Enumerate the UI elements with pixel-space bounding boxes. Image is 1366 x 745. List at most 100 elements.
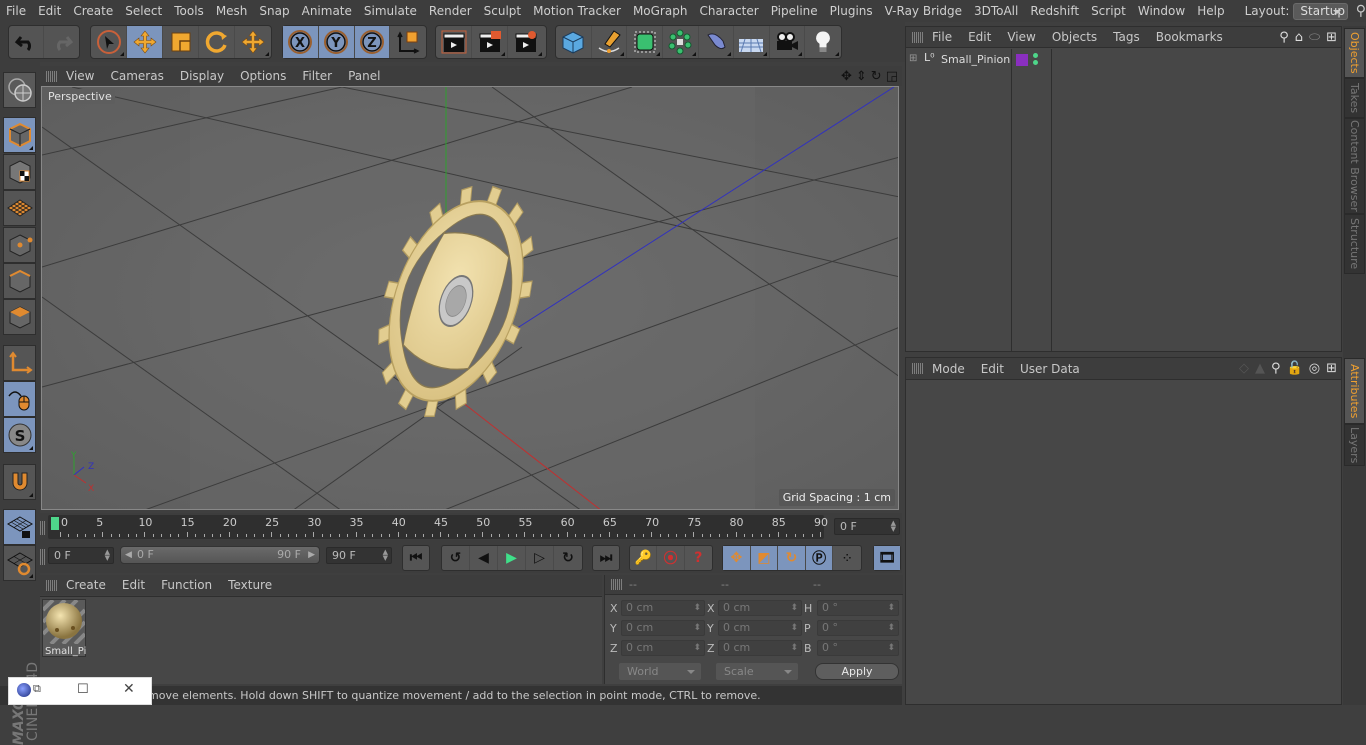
points-mode-button[interactable] <box>3 227 36 263</box>
rot-h-field[interactable]: 0 ° <box>817 600 899 616</box>
viewport-menu-options[interactable]: Options <box>232 69 294 83</box>
solo-button[interactable]: S <box>3 417 36 453</box>
render-visibility-dot[interactable] <box>1033 60 1038 65</box>
pan-icon[interactable]: ✥ <box>841 69 852 84</box>
menu-select[interactable]: Select <box>119 0 168 22</box>
coordinate-grip[interactable] <box>611 579 623 590</box>
target-icon[interactable]: ◎ <box>1309 361 1320 376</box>
end-frame-field[interactable]: 90 F ▲ ▼ <box>326 547 392 564</box>
menu-vray-bridge[interactable]: V-Ray Bridge <box>879 0 968 22</box>
tab-objects[interactable]: Objects <box>1344 28 1365 78</box>
viewport-menu-panel[interactable]: Panel <box>340 69 388 83</box>
floor-button[interactable] <box>734 26 770 58</box>
attribute-menu-mode[interactable]: Mode <box>924 362 973 376</box>
bend-deformer-button[interactable] <box>699 26 735 58</box>
key-rotation-button[interactable]: ↻ <box>778 546 806 570</box>
cloner-button[interactable] <box>663 26 699 58</box>
3d-viewport[interactable]: Perspective Y Z X Grid Spacing : 1 cm <box>41 86 899 510</box>
object-menu-view[interactable]: View <box>999 30 1043 44</box>
autokey-button[interactable]: ⦿ <box>657 546 685 570</box>
object-menu-objects[interactable]: Objects <box>1044 30 1105 44</box>
new-panel-icon[interactable]: ⊞ <box>1326 30 1337 45</box>
panel-grip[interactable] <box>46 70 58 82</box>
timeline-grip[interactable] <box>40 521 46 535</box>
keyframe-selection-button[interactable]: ? <box>685 546 712 570</box>
menu-mograph[interactable]: MoGraph <box>627 0 694 22</box>
viewport-menu-cameras[interactable]: Cameras <box>102 69 171 83</box>
undo-button[interactable] <box>9 26 45 58</box>
menu-3dtoall[interactable]: 3DToAll <box>968 0 1024 22</box>
tab-attributes[interactable]: Attributes <box>1344 358 1365 424</box>
x-axis-lock-button[interactable]: X <box>283 26 319 58</box>
menu-plugins[interactable]: Plugins <box>824 0 879 22</box>
menu-sculpt[interactable]: Sculpt <box>478 0 527 22</box>
material-menu-function[interactable]: Function <box>153 578 220 592</box>
previous-key-button[interactable]: ↺ <box>442 546 470 570</box>
coordinate-mode-select[interactable]: World <box>619 663 701 680</box>
z-axis-lock-button[interactable]: Z <box>354 26 391 58</box>
menu-edit[interactable]: Edit <box>32 0 67 22</box>
expand-icon[interactable]: ⊞ <box>909 53 917 64</box>
render-view-button[interactable] <box>436 26 472 58</box>
search-icon[interactable]: ⚲ <box>1356 3 1366 19</box>
recent-tool-button[interactable] <box>235 26 271 58</box>
lock-icon[interactable]: 🔓 <box>1287 361 1303 376</box>
range-left-arrow[interactable]: ◀ <box>125 547 132 563</box>
viewport-menu-filter[interactable]: Filter <box>294 69 340 83</box>
attribute-menu-user-data[interactable]: User Data <box>1012 362 1088 376</box>
viewport-menu-display[interactable]: Display <box>172 69 232 83</box>
orbit-icon[interactable]: ↻ <box>871 69 882 84</box>
key-position-button[interactable]: ✥ <box>723 546 751 570</box>
move-tool-button[interactable] <box>127 26 163 58</box>
object-menu-file[interactable]: File <box>924 30 960 44</box>
polygons-mode-button[interactable] <box>3 299 36 335</box>
menu-mesh[interactable]: Mesh <box>210 0 254 22</box>
rot-b-field[interactable]: 0 ° <box>817 640 899 656</box>
material-menu-create[interactable]: Create <box>58 578 114 592</box>
layer-color-swatch[interactable] <box>1016 54 1028 66</box>
pen-spline-button[interactable] <box>592 26 628 58</box>
object-grip[interactable] <box>912 31 924 43</box>
range-right-arrow[interactable]: ▶ <box>308 547 315 563</box>
pos-y-field[interactable]: 0 cm <box>621 620 705 636</box>
transport-grip[interactable] <box>40 549 46 565</box>
new-panel-icon[interactable]: ⊞ <box>1326 361 1337 376</box>
layout-select[interactable]: Startup <box>1293 2 1348 20</box>
scale-tool-button[interactable] <box>163 26 199 58</box>
menu-character[interactable]: Character <box>693 0 764 22</box>
viewport-menu-view[interactable]: View <box>58 69 102 83</box>
camera-button[interactable] <box>770 26 806 58</box>
material-menu-edit[interactable]: Edit <box>114 578 153 592</box>
search-icon[interactable]: ⚲ <box>1279 30 1289 45</box>
tab-layers[interactable]: Layers <box>1344 424 1365 466</box>
menu-animate[interactable]: Animate <box>296 0 358 22</box>
dolly-icon[interactable]: ⇕ <box>856 69 867 84</box>
material-menu-texture[interactable]: Texture <box>220 578 280 592</box>
start-frame-field[interactable]: 0 F ▲ ▼ <box>48 547 114 564</box>
menu-help[interactable]: Help <box>1191 0 1230 22</box>
editor-visibility-dot[interactable] <box>1033 53 1038 58</box>
key-pla-button[interactable]: ⁘ <box>833 546 861 570</box>
viewport-camera-label[interactable]: Perspective <box>45 89 115 104</box>
menu-create[interactable]: Create <box>67 0 119 22</box>
workplane-mode-button[interactable] <box>3 190 36 226</box>
next-frame-button[interactable]: ▷ <box>526 546 554 570</box>
menu-redshift[interactable]: Redshift <box>1024 0 1085 22</box>
apply-button[interactable]: Apply <box>815 663 899 680</box>
object-menu-tags[interactable]: Tags <box>1105 30 1148 44</box>
menu-render[interactable]: Render <box>423 0 478 22</box>
menu-simulate[interactable]: Simulate <box>358 0 423 22</box>
coordinate-system-button[interactable] <box>390 26 426 58</box>
timeline-window-button[interactable]: 🎞 <box>874 546 900 570</box>
play-button[interactable]: ▶ <box>498 546 526 570</box>
menu-tools[interactable]: Tools <box>168 0 210 22</box>
close-icon[interactable]: ✕ <box>123 681 135 697</box>
tab-content-browser[interactable]: Content Browser <box>1344 118 1365 214</box>
menu-window[interactable]: Window <box>1132 0 1191 22</box>
back-arrow-icon[interactable]: ◇ <box>1239 361 1249 376</box>
link-icon[interactable]: ⬭ <box>1309 30 1320 45</box>
frame-range-slider[interactable]: ◀ 0 F 90 F ▶ <box>120 546 320 564</box>
next-key-button[interactable]: ↻ <box>554 546 582 570</box>
texture-mode-button[interactable] <box>3 154 36 190</box>
material-item[interactable]: Small_Pi <box>42 599 86 657</box>
